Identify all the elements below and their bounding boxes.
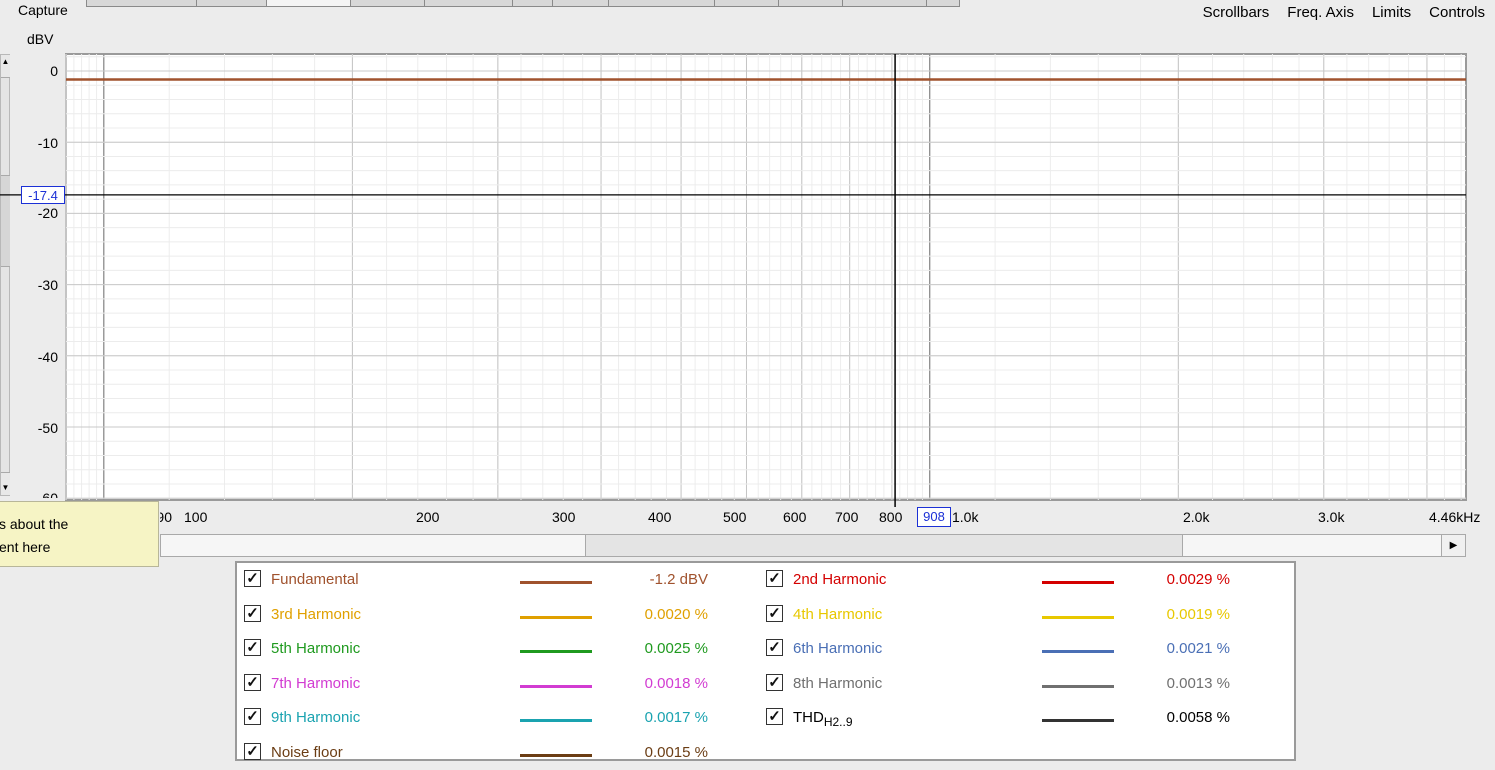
x-cursor-readout: 908 (917, 507, 951, 527)
legend-name: 6th Harmonic (793, 640, 882, 657)
check-icon: ✓ (246, 605, 259, 622)
legend-value: 0.0020 % (644, 606, 708, 623)
legend-line-swatch (1042, 616, 1114, 619)
legend-name-text: 4th Harmonic (793, 606, 883, 623)
legend-checkbox[interactable]: ✓ (766, 674, 783, 691)
x-tick-label: 2.0k (1183, 509, 1210, 525)
x-tick-label: 100 (184, 509, 208, 525)
x-tick-label: 4.46kHz (1429, 509, 1481, 525)
x-tick-label: 200 (416, 509, 440, 525)
legend-line-swatch (1042, 581, 1114, 584)
check-icon: ✓ (246, 639, 259, 656)
legend-name-text: 3rd Harmonic (271, 606, 362, 623)
legend-name: 3rd Harmonic (271, 606, 361, 623)
legend-name-subscript: H2..9 (823, 715, 853, 729)
legend-line-swatch (1042, 685, 1114, 688)
tooltip-line: s about the (0, 516, 69, 532)
legend-checkbox[interactable]: ✓ (766, 570, 783, 587)
legend-name: 5th Harmonic (271, 640, 360, 657)
legend-value: 0.0019 % (1166, 606, 1230, 623)
plot-background (65, 53, 1467, 501)
legend-name-text: 9th Harmonic (271, 709, 361, 726)
x-tick-label: 600 (783, 509, 807, 525)
legend-name: Fundamental (271, 571, 359, 588)
legend-checkbox[interactable]: ✓ (244, 708, 261, 725)
legend-checkbox[interactable]: ✓ (766, 605, 783, 622)
scroll-right-icon[interactable]: ▶ (1441, 535, 1465, 556)
legend-value: 0.0018 % (644, 675, 708, 692)
check-icon: ✓ (768, 605, 781, 622)
legend-checkbox[interactable]: ✓ (244, 743, 261, 760)
legend-line-swatch (520, 650, 592, 653)
x-tick-label: 500 (723, 509, 747, 525)
tooltip: s about the ent here (0, 501, 159, 567)
legend-line-swatch (1042, 719, 1114, 722)
legend-value: 0.0029 % (1166, 571, 1230, 588)
check-icon: ✓ (246, 674, 259, 691)
legend-value: 0.0058 % (1166, 709, 1230, 726)
legend-panel: ✓ Fundamental -1.2 dBV ✓ 2nd Harmonic 0.0029 … (235, 561, 1296, 761)
legend-value: 0.0025 % (644, 640, 708, 657)
legend-line-swatch (520, 719, 592, 722)
legend-name: 7th Harmonic (271, 675, 360, 692)
legend-name: 9th Harmonic (271, 709, 360, 726)
x-tick-label: 400 (648, 509, 672, 525)
x-tick-label: 800 (879, 509, 903, 525)
check-icon: ✓ (246, 570, 259, 587)
x-tick-label: 90 (160, 509, 172, 525)
check-icon: ✓ (768, 708, 781, 725)
x-tick-label: 3.0k (1318, 509, 1345, 525)
check-icon: ✓ (246, 708, 259, 725)
plot-area[interactable] (0, 0, 1495, 530)
legend-name-text: 5th Harmonic (271, 640, 361, 657)
check-icon: ✓ (768, 674, 781, 691)
legend-name: THDH2..9 (793, 709, 853, 729)
legend-name: 4th Harmonic (793, 606, 882, 623)
x-tick-label: 300 (552, 509, 576, 525)
check-icon: ✓ (768, 570, 781, 587)
legend-name-text: 6th Harmonic (793, 640, 883, 657)
legend-name-text: 8th Harmonic (793, 675, 883, 692)
legend-line-swatch (520, 754, 592, 757)
legend-name: 2nd Harmonic (793, 571, 886, 588)
legend-value: 0.0017 % (644, 709, 708, 726)
check-icon: ✓ (246, 743, 259, 760)
legend-checkbox[interactable]: ✓ (244, 570, 261, 587)
x-tick-label: 1.0k (952, 509, 979, 525)
legend-line-swatch (1042, 650, 1114, 653)
legend-checkbox[interactable]: ✓ (244, 674, 261, 691)
legend-value: 0.0013 % (1166, 675, 1230, 692)
legend-name-text: THD (793, 709, 824, 726)
legend-line-swatch (520, 685, 592, 688)
legend-checkbox[interactable]: ✓ (766, 639, 783, 656)
y-cursor-readout: -17.4 (21, 186, 65, 204)
legend-checkbox[interactable]: ✓ (766, 708, 783, 725)
legend-value: -1.2 dBV (649, 571, 708, 588)
legend-line-swatch (520, 616, 592, 619)
legend-name: 8th Harmonic (793, 675, 882, 692)
legend-name-text: 2nd Harmonic (793, 571, 887, 588)
legend-checkbox[interactable]: ✓ (244, 639, 261, 656)
legend-name-text: Fundamental (271, 571, 359, 588)
tooltip-line: ent here (0, 539, 51, 555)
horizontal-scrollbar[interactable]: ▶ (160, 534, 1466, 557)
x-tick-label: 700 (835, 509, 859, 525)
horizontal-scroll-thumb[interactable] (585, 535, 1183, 556)
legend-value: 0.0021 % (1166, 640, 1230, 657)
legend-line-swatch (520, 581, 592, 584)
check-icon: ✓ (768, 639, 781, 656)
legend-checkbox[interactable]: ✓ (244, 605, 261, 622)
legend-name-text: 7th Harmonic (271, 675, 361, 692)
